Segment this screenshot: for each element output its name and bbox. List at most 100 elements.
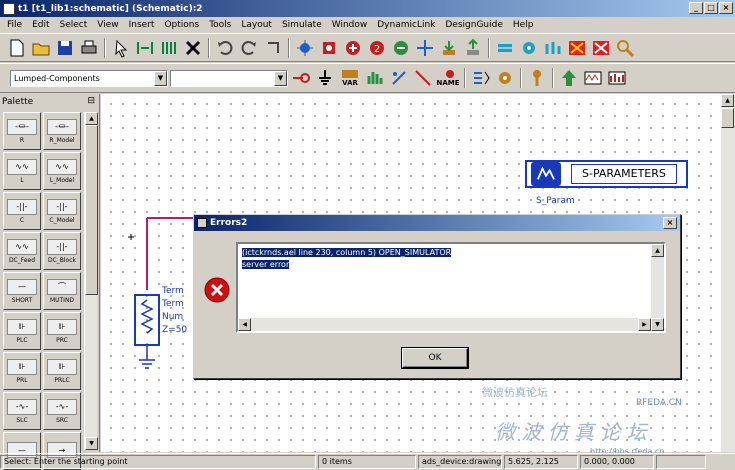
scroll-thumb[interactable] xyxy=(85,125,98,295)
palette-item-plc[interactable]: ⊪ PLC xyxy=(3,312,41,350)
menu-view[interactable]: View xyxy=(92,20,123,30)
deactivate-icon[interactable] xyxy=(566,37,588,59)
push-down-icon[interactable] xyxy=(438,37,460,59)
pin-icon[interactable]: ⊟ xyxy=(87,96,95,106)
palette-item-prl[interactable]: ⊪ PRL xyxy=(3,352,41,390)
up-arrow-icon[interactable] xyxy=(558,67,580,89)
select-arrow-icon[interactable] xyxy=(110,37,132,59)
redo-icon[interactable] xyxy=(238,37,260,59)
library-combo[interactable]: Lumped-Components ▼ xyxy=(10,69,168,87)
menu-layout[interactable]: Layout xyxy=(236,20,277,30)
dialog-title-bar: Errors2 xyxy=(194,215,680,231)
var-icon[interactable]: VAR xyxy=(338,67,362,89)
optimize-icon[interactable] xyxy=(542,37,564,59)
menu-bar: File Edit Select View Insert Options Too… xyxy=(0,17,735,32)
menu-window[interactable]: Window xyxy=(327,20,373,30)
scroll-up-icon[interactable]: ▲ xyxy=(651,244,664,257)
palette-item-dc-block[interactable]: -||- DC_Block xyxy=(43,232,81,270)
undo-icon[interactable] xyxy=(214,37,236,59)
short-icon[interactable] xyxy=(590,37,612,59)
palette-item-l[interactable]: ∿∿ L xyxy=(3,152,41,190)
palette-item-prlc[interactable]: ⊪ PRLC xyxy=(43,352,81,390)
rotate-icon[interactable] xyxy=(388,67,410,89)
pop-up-icon[interactable] xyxy=(462,37,484,59)
menu-dynamiclink[interactable]: DynamicLink xyxy=(372,20,440,30)
menu-file[interactable]: File xyxy=(2,20,27,30)
status-view: ads_device:drawing xyxy=(418,455,502,469)
netlist-icon[interactable] xyxy=(470,67,492,89)
port-icon[interactable] xyxy=(290,67,312,89)
waveform-icon[interactable] xyxy=(582,67,604,89)
scroll-left-icon[interactable]: ◀ xyxy=(238,318,251,331)
palette-item-prc[interactable]: ⊪ PRC xyxy=(43,312,81,350)
print-icon[interactable] xyxy=(78,37,100,59)
zoom-2-icon[interactable]: 2 xyxy=(366,37,388,59)
canvas-vscrollbar[interactable]: ▲ xyxy=(721,94,735,452)
open-folder-icon[interactable] xyxy=(30,37,52,59)
bar-chart-icon[interactable] xyxy=(364,67,386,89)
component-combo[interactable]: ▼ xyxy=(170,69,288,87)
separator xyxy=(552,68,554,88)
settings-icon[interactable] xyxy=(494,67,516,89)
menu-select[interactable]: Select xyxy=(55,20,93,30)
palette-item-short[interactable]: — SHORT xyxy=(3,272,41,310)
close-button[interactable]: × xyxy=(719,2,733,14)
sparameters-component[interactable]: S-PARAMETERS xyxy=(525,160,688,188)
palette-item-dc-feed[interactable]: ∿∿ DC_Feed xyxy=(3,232,41,270)
ground-icon[interactable] xyxy=(314,67,336,89)
scroll-up-icon[interactable]: ▲ xyxy=(721,94,734,107)
maximize-button[interactable]: □ xyxy=(704,2,718,14)
palette-item-src[interactable]: -∿- SRC xyxy=(43,392,81,430)
menu-simulate[interactable]: Simulate xyxy=(277,20,327,30)
zoom-area-icon[interactable] xyxy=(318,37,340,59)
palette-item-l-model[interactable]: ∿∿ L_Model xyxy=(43,152,81,190)
chevron-down-icon[interactable]: ▼ xyxy=(274,70,287,86)
menu-insert[interactable]: Insert xyxy=(124,20,160,30)
redo-all-icon[interactable] xyxy=(262,37,284,59)
menu-designguide[interactable]: DesignGuide xyxy=(440,20,508,30)
term-label-1: Term xyxy=(162,286,184,296)
palette-item-c[interactable]: -||- C xyxy=(3,192,41,230)
menu-help[interactable]: Help xyxy=(508,20,539,30)
chevron-down-icon[interactable]: ▼ xyxy=(154,70,167,86)
palette-scrollbar[interactable]: ▲ ▼ xyxy=(84,112,98,450)
zoom-in-icon[interactable] xyxy=(342,37,364,59)
scroll-right-icon[interactable]: ▶ xyxy=(638,318,651,331)
save-icon[interactable] xyxy=(54,37,76,59)
palette-item-mutind[interactable]: ⌒ MUTIND xyxy=(43,272,81,310)
tune-icon[interactable] xyxy=(518,37,540,59)
dialog-close-button[interactable]: × xyxy=(663,217,677,229)
wire-icon[interactable] xyxy=(412,67,434,89)
message-hscrollbar[interactable]: ◀ ▶ xyxy=(238,318,651,331)
name-icon[interactable]: NAME xyxy=(436,67,460,89)
error-icon xyxy=(204,277,230,303)
menu-edit[interactable]: Edit xyxy=(27,20,54,30)
palette-item-slc[interactable]: -∿- SLC xyxy=(3,392,41,430)
mirror-horizontal-icon[interactable] xyxy=(134,37,156,59)
minimize-button[interactable]: _ xyxy=(689,2,703,14)
zoom-out-icon[interactable] xyxy=(390,37,412,59)
data-display-icon[interactable] xyxy=(606,67,628,89)
message-vscrollbar[interactable]: ▲ ▼ xyxy=(651,244,664,331)
mirror-vertical-icon[interactable] xyxy=(158,37,180,59)
scroll-up-icon[interactable]: ▲ xyxy=(85,112,98,125)
scroll-down-icon[interactable]: ▼ xyxy=(651,318,664,331)
separator xyxy=(104,37,106,58)
menu-tools[interactable]: Tools xyxy=(204,20,236,30)
pan-icon[interactable] xyxy=(414,37,436,59)
error-message-box[interactable]: (ictckrnds.ael line 230, column 5) OPEN_… xyxy=(236,242,666,333)
scroll-down-icon[interactable]: ▼ xyxy=(85,437,98,450)
simulate-icon[interactable] xyxy=(494,37,516,59)
separator xyxy=(288,37,290,58)
palette-item-c-model[interactable]: -||- C_Model xyxy=(43,192,81,230)
delete-icon[interactable] xyxy=(182,37,204,59)
probe-icon[interactable] xyxy=(526,67,548,89)
palette-item-r[interactable]: -⏛- R xyxy=(3,112,41,150)
scroll-thumb[interactable] xyxy=(721,108,734,128)
new-file-icon[interactable] xyxy=(6,37,28,59)
search-icon[interactable] xyxy=(614,37,636,59)
zoom-fit-icon[interactable] xyxy=(294,37,316,59)
menu-options[interactable]: Options xyxy=(159,20,204,30)
palette-item-r-model[interactable]: -⏛- R_Model xyxy=(43,112,81,150)
ok-button[interactable]: OK xyxy=(402,348,468,368)
